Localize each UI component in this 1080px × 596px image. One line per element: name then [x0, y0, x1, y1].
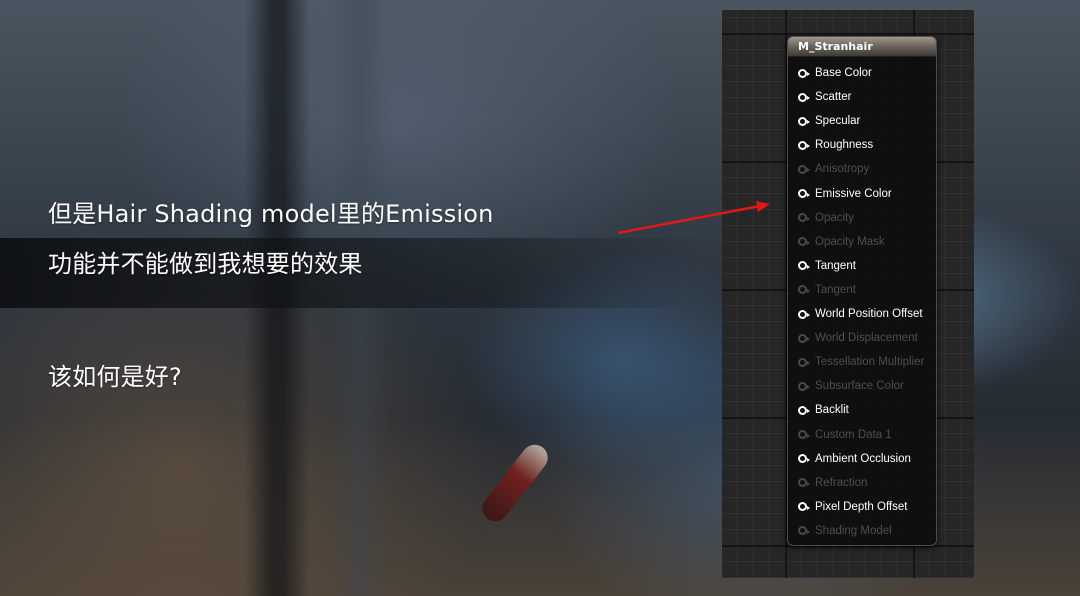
pin-label: World Displacement	[815, 332, 918, 345]
input-pin-icon[interactable]	[798, 164, 810, 174]
pin-label: Custom Data 1	[815, 428, 892, 441]
input-pin-icon[interactable]	[798, 309, 810, 319]
pin-label: Tangent	[815, 259, 856, 272]
pin-label: Subsurface Color	[815, 380, 904, 393]
pin-row[interactable]: Subsurface Color	[788, 374, 936, 398]
pin-label: Pixel Depth Offset	[815, 500, 908, 513]
pin-row[interactable]: Roughness	[788, 133, 936, 157]
pin-label: Backlit	[815, 404, 849, 417]
input-pin-icon[interactable]	[798, 478, 810, 488]
input-pin-icon[interactable]	[798, 237, 810, 247]
pin-label: Opacity	[815, 211, 854, 224]
input-pin-icon[interactable]	[798, 116, 810, 126]
pin-row[interactable]: Emissive Color	[788, 182, 936, 206]
input-pin-icon[interactable]	[798, 189, 810, 198]
pin-row[interactable]: Specular	[788, 109, 936, 133]
pin-row[interactable]: Scatter	[788, 85, 936, 109]
background-red-object	[477, 439, 553, 527]
pin-row[interactable]: Base Color	[788, 61, 936, 85]
pin-row[interactable]: World Displacement	[788, 326, 936, 350]
pin-label: Tangent	[815, 283, 856, 296]
pin-label: Specular	[815, 115, 861, 128]
slide-background: 但是Hair Shading model里的Emission 功能并不能做到我想…	[0, 0, 1080, 596]
pin-row[interactable]: Tangent	[788, 278, 936, 302]
input-pin-icon[interactable]	[798, 357, 810, 367]
pin-label: Anisotropy	[815, 163, 870, 176]
pin-row[interactable]: Opacity	[788, 206, 936, 230]
pin-row[interactable]: Pixel Depth Offset	[788, 495, 936, 519]
pin-row[interactable]: Backlit	[788, 398, 936, 422]
input-pin-icon[interactable]	[798, 261, 810, 271]
pin-label: Scatter	[815, 91, 852, 104]
input-pin-icon[interactable]	[798, 140, 810, 150]
input-pin-icon[interactable]	[798, 526, 810, 536]
pin-label: Opacity Mask	[815, 235, 885, 248]
pin-row[interactable]: Tessellation Multiplier	[788, 350, 936, 374]
material-result-node[interactable]: M_Stranhair Base Color Scatter Specular Rou…	[787, 36, 937, 546]
input-pin-icon[interactable]	[798, 285, 810, 295]
pin-row[interactable]: Opacity Mask	[788, 230, 936, 254]
input-pin-icon[interactable]	[798, 381, 810, 391]
pin-row[interactable]: Anisotropy	[788, 157, 936, 181]
pin-row[interactable]: Shading Model	[788, 519, 936, 543]
input-pin-icon[interactable]	[798, 405, 810, 415]
pin-label: Refraction	[815, 476, 868, 489]
pin-row[interactable]: Custom Data 1	[788, 423, 936, 447]
input-pin-icon[interactable]	[798, 333, 810, 343]
input-pin-icon[interactable]	[798, 454, 810, 464]
pin-label: Tessellation Multiplier	[815, 356, 925, 369]
pin-label: Base Color	[815, 67, 872, 79]
pin-row[interactable]: Refraction	[788, 471, 936, 495]
input-pin-icon[interactable]	[798, 68, 810, 78]
pin-label: Ambient Occlusion	[815, 452, 911, 465]
caption-line-2: 功能并不能做到我想要的效果	[48, 250, 363, 278]
pin-row[interactable]: Tangent	[788, 254, 936, 278]
pin-label: Emissive Color	[815, 187, 892, 200]
pin-label: Roughness	[815, 139, 874, 152]
pin-row[interactable]: Ambient Occlusion	[788, 447, 936, 471]
pin-label: Shading Model	[815, 524, 892, 537]
input-pin-icon[interactable]	[798, 502, 810, 512]
pin-row[interactable]: World Position Offset	[788, 302, 936, 326]
node-title[interactable]: M_Stranhair	[788, 37, 936, 57]
input-pin-icon[interactable]	[798, 430, 810, 439]
caption-line-1: 但是Hair Shading model里的Emission	[48, 200, 494, 228]
input-pin-icon[interactable]	[798, 213, 810, 223]
input-pin-icon[interactable]	[798, 92, 810, 102]
caption-question: 该如何是好?	[48, 363, 182, 391]
pin-label: World Position Offset	[815, 308, 923, 320]
